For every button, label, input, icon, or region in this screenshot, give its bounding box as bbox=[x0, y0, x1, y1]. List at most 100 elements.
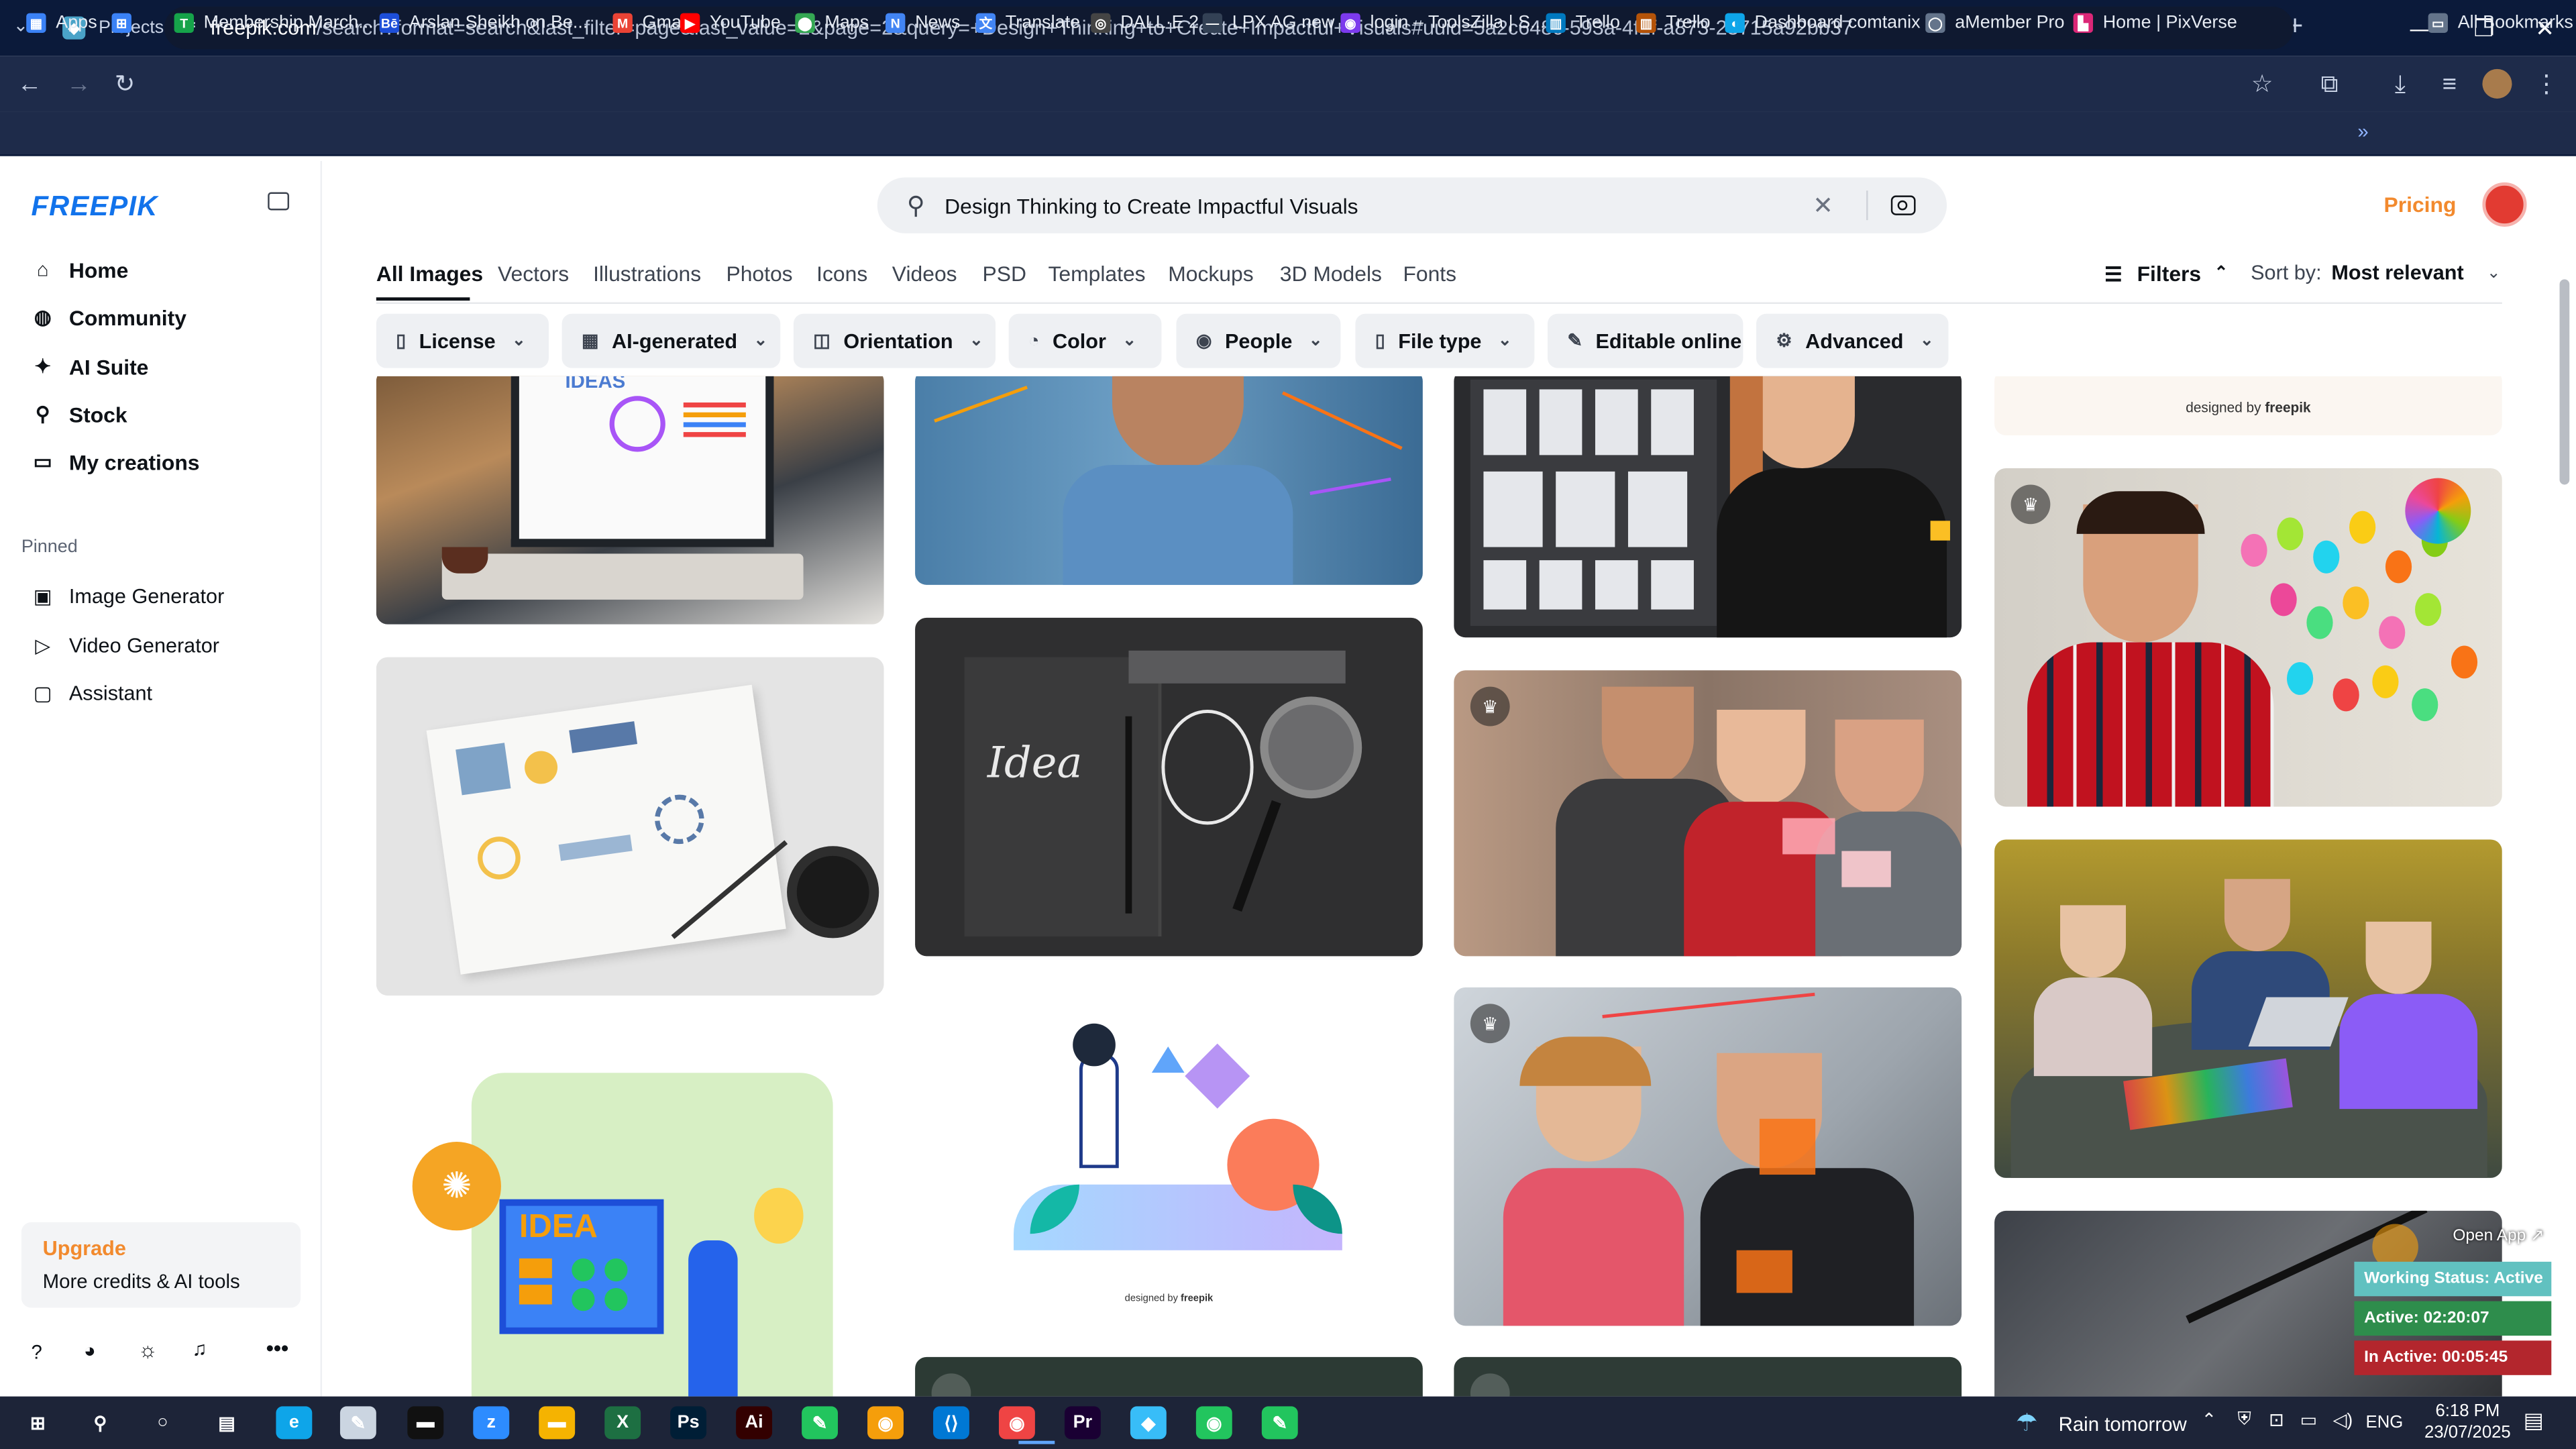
filter-chip[interactable]: ▯ License ⌄ bbox=[376, 313, 549, 368]
bookmark-item[interactable]: M Gmail bbox=[612, 10, 690, 36]
forward-icon[interactable]: → bbox=[62, 67, 95, 100]
category-tab[interactable]: Icons bbox=[816, 261, 867, 286]
filter-chip[interactable]: ◉ People ⌄ bbox=[1176, 313, 1341, 368]
weather-text[interactable]: Rain tomorrow bbox=[2059, 1413, 2187, 1436]
help-icon[interactable]: ? bbox=[32, 1340, 42, 1363]
category-tab[interactable]: Templates bbox=[1048, 261, 1145, 286]
category-tab[interactable]: Fonts bbox=[1403, 261, 1456, 286]
more-options-icon[interactable]: ••• bbox=[266, 1336, 288, 1360]
tray-monitor-icon[interactable]: ⊡ bbox=[2269, 1409, 2284, 1431]
app-green-2-icon[interactable]: ✎ bbox=[1261, 1406, 1298, 1440]
more-bookmarks-icon[interactable]: » bbox=[2357, 120, 2368, 143]
filter-chip[interactable]: ▦ AI-generated ⌄ bbox=[561, 313, 781, 368]
bookmark-item[interactable]: ▥ Trello bbox=[1546, 10, 1620, 36]
sidebar-nav-item[interactable]: ▭ My creations bbox=[32, 445, 200, 478]
bookmark-item[interactable]: ▶ YouTube bbox=[680, 10, 781, 36]
app-green-icon[interactable]: ✎ bbox=[802, 1406, 838, 1440]
bookmark-item[interactable]: 文 Translate bbox=[975, 10, 1080, 36]
premiere-icon[interactable]: Pr bbox=[1064, 1406, 1101, 1440]
download-icon[interactable]: ⤓ bbox=[2383, 67, 2416, 100]
freepik-logo[interactable]: FREEPIK bbox=[32, 191, 158, 223]
sidebar-nav-item[interactable]: ◍ Community bbox=[32, 301, 186, 333]
media-icon[interactable]: ≡ bbox=[2433, 67, 2466, 100]
task-view-icon[interactable]: ▤ bbox=[209, 1406, 245, 1439]
image-card-idea-chalk[interactable]: Idea bbox=[915, 617, 1423, 957]
sidebar-nav-item[interactable]: ⚲ Stock bbox=[32, 398, 127, 431]
bookmark-item[interactable]: — LPX AG new bbox=[1202, 10, 1335, 36]
category-tab[interactable]: Illustrations bbox=[593, 261, 701, 286]
pinned-item[interactable]: ▷ Video Generator bbox=[32, 629, 219, 662]
category-tab[interactable]: Mockups bbox=[1168, 261, 1253, 286]
search-icon[interactable]: ⚲ bbox=[82, 1406, 118, 1439]
notifications-bell-icon[interactable]: ♫ bbox=[193, 1337, 207, 1360]
category-tab[interactable]: Photos bbox=[726, 261, 792, 286]
bookmark-item[interactable]: N News bbox=[885, 10, 960, 36]
search-bar[interactable]: ⚲ Design Thinking to Create Impactful Vi… bbox=[877, 177, 1947, 233]
category-tab[interactable]: Videos bbox=[892, 261, 957, 286]
image-card-idea-illustration[interactable]: ✺ IDEA bbox=[376, 1026, 884, 1397]
tray-chevron-icon[interactable]: ⌃ bbox=[2202, 1409, 2217, 1431]
bookmark-item[interactable]: ◉ login – ToolsZilla | S... bbox=[1340, 10, 1546, 36]
explorer-icon[interactable]: ▬ bbox=[539, 1406, 576, 1440]
category-tab[interactable]: 3D Models bbox=[1280, 261, 1382, 286]
category-tab[interactable]: All Images bbox=[376, 261, 483, 286]
image-card-team-table[interactable] bbox=[1994, 839, 2502, 1178]
bookmark-item[interactable]: ◐ Dashboard comtanix bbox=[1725, 10, 1921, 36]
image-card-team-glass-wall[interactable]: ♛ bbox=[1454, 670, 1962, 957]
bookmark-star-icon[interactable]: ☆ bbox=[2246, 67, 2279, 100]
chrome-active-icon[interactable]: ◉ bbox=[998, 1406, 1035, 1440]
filter-chip[interactable]: ✎ Editable online bbox=[1547, 313, 1743, 368]
bookmark-item[interactable]: ▭ All Bookmarks bbox=[2428, 10, 2573, 36]
pinned-item[interactable]: ▢ Assistant bbox=[32, 677, 152, 710]
page-scrollbar-thumb[interactable] bbox=[2559, 279, 2570, 485]
extensions-icon[interactable]: ⧉ bbox=[2313, 67, 2346, 100]
vscode-icon[interactable]: ⟨⟩ bbox=[933, 1406, 969, 1440]
bookmark-item[interactable]: ◯ aMember Pro bbox=[1925, 10, 2065, 36]
pinned-item[interactable]: ▣ Image Generator bbox=[32, 580, 225, 612]
cortana-icon[interactable]: ○ bbox=[145, 1406, 181, 1439]
excel-icon[interactable]: X bbox=[604, 1406, 641, 1440]
clock[interactable]: 6:18 PM 23/07/2025 bbox=[2422, 1401, 2514, 1444]
image-card-top-partial[interactable]: designed by freepik bbox=[1994, 376, 2502, 435]
browser-menu-icon[interactable]: ⋮ bbox=[2530, 67, 2563, 100]
bookmark-item[interactable]: Bē Arslan Sheikh on Be... bbox=[379, 10, 588, 36]
collapse-sidebar-icon[interactable] bbox=[268, 192, 290, 211]
image-card-thinker-vector[interactable]: designed by freepik bbox=[915, 987, 1423, 1326]
pen-icon[interactable]: ✎ bbox=[339, 1406, 376, 1440]
sidebar-nav-item[interactable]: ⌂ Home bbox=[32, 253, 129, 286]
bookmark-item[interactable]: T Membership March... bbox=[174, 10, 374, 36]
edge-icon[interactable]: e bbox=[276, 1406, 313, 1440]
notification-center-icon[interactable]: ▤ bbox=[2524, 1408, 2544, 1434]
profile-avatar[interactable] bbox=[2482, 68, 2512, 99]
image-card-couple-sketching[interactable]: ♛ bbox=[1454, 987, 1962, 1326]
category-tab[interactable]: Vectors bbox=[498, 261, 569, 286]
image-card-man-sticky-notes[interactable]: ♛ bbox=[1994, 468, 2502, 807]
user-avatar[interactable] bbox=[2482, 182, 2527, 227]
category-tab[interactable]: PSD bbox=[983, 261, 1026, 286]
filter-chip[interactable]: ◫ Orientation ⌄ bbox=[793, 313, 996, 368]
filter-chip[interactable]: ◔ Color ⌄ bbox=[1008, 313, 1162, 368]
image-card-bottom-partial[interactable] bbox=[915, 1356, 1423, 1397]
app-teal-icon[interactable]: ◆ bbox=[1130, 1406, 1167, 1440]
bookmark-item[interactable]: ◎ DALL·E 2 bbox=[1091, 10, 1199, 36]
bookmark-item[interactable]: ▥ Trello bbox=[1636, 10, 1711, 36]
illustrator-icon[interactable]: Ai bbox=[736, 1406, 773, 1440]
image-card-ideas-computer[interactable]: IDEAS bbox=[376, 376, 884, 625]
filters-toggle[interactable]: ☰ Filters ⌃ bbox=[2104, 261, 2228, 286]
bookmark-item[interactable]: ⬤ Maps bbox=[795, 10, 869, 36]
sidebar-nav-item[interactable]: ✦ AI Suite bbox=[32, 350, 149, 383]
upgrade-card[interactable]: Upgrade More credits & AI tools bbox=[21, 1222, 301, 1308]
image-card-man-glass-board[interactable] bbox=[915, 376, 1423, 585]
bookmark-item[interactable]: ⊞ bbox=[111, 10, 142, 36]
chrome-icon[interactable]: ◉ bbox=[867, 1406, 904, 1440]
filter-chip[interactable]: ▯ File type ⌄ bbox=[1355, 313, 1535, 368]
tray-volume-icon[interactable]: ◁) bbox=[2333, 1409, 2353, 1431]
image-card-notebook-doodles[interactable] bbox=[376, 657, 884, 996]
reload-icon[interactable]: ↻ bbox=[109, 67, 142, 100]
zoom-icon[interactable]: z bbox=[473, 1406, 510, 1440]
theme-sun-icon[interactable]: ☼ bbox=[138, 1337, 158, 1362]
start-icon[interactable]: ⊞ bbox=[19, 1406, 56, 1439]
image-card-woman-wireframes[interactable] bbox=[1454, 376, 1962, 638]
tray-security-icon[interactable]: ⛨ bbox=[2238, 1409, 2251, 1431]
back-icon[interactable]: ← bbox=[13, 67, 46, 100]
